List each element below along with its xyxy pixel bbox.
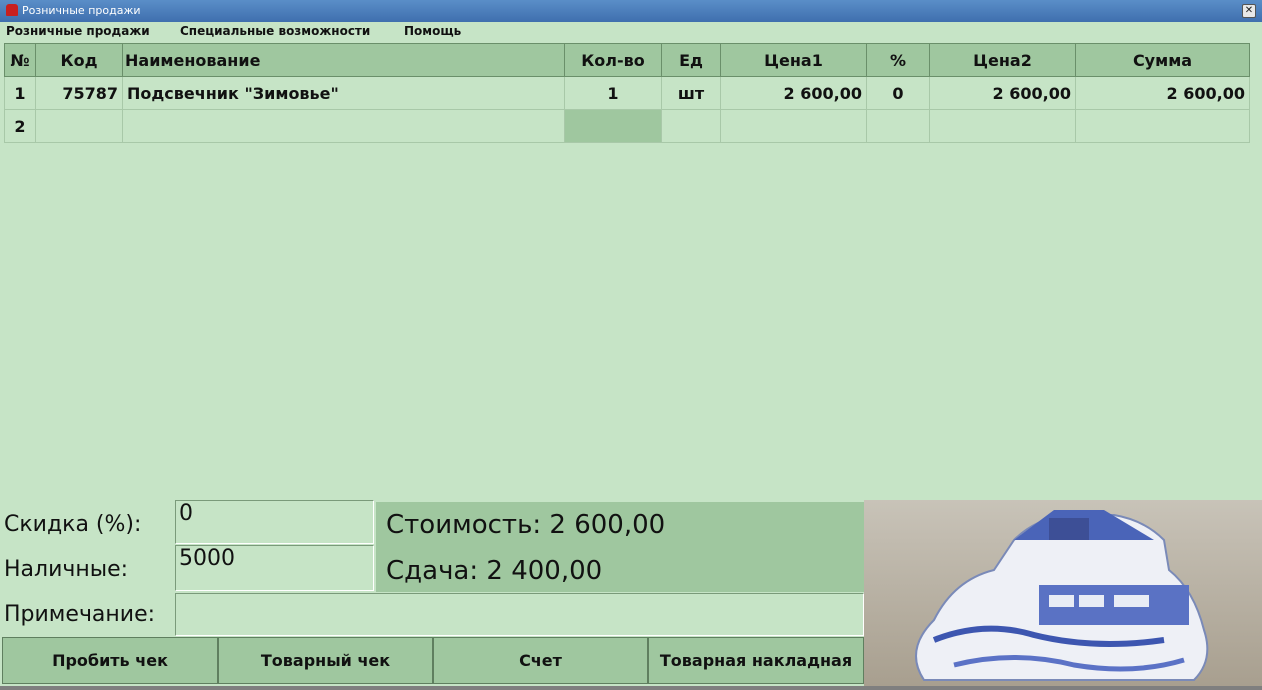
cell-price2[interactable]: 2 600,00 xyxy=(929,76,1076,110)
menu-retail-sales[interactable]: Розничные продажи xyxy=(6,24,150,38)
basket-icon xyxy=(6,4,18,16)
col-header-qty[interactable]: Кол-во xyxy=(564,43,662,77)
invoice-button[interactable]: Счет xyxy=(433,637,648,684)
cell-code[interactable]: 75787 xyxy=(35,76,123,110)
cell-number[interactable]: 1 xyxy=(4,76,36,110)
waybill-button[interactable]: Товарная накладная xyxy=(648,637,864,684)
cell-number[interactable]: 2 xyxy=(4,109,36,143)
cell-sum[interactable]: 2 600,00 xyxy=(1075,76,1250,110)
table-row[interactable]: 2 xyxy=(4,109,1250,143)
cell-unit[interactable]: шт xyxy=(661,76,721,110)
discount-input[interactable]: 0 xyxy=(175,500,374,544)
cell-name[interactable] xyxy=(122,109,565,143)
product-photo xyxy=(864,500,1262,686)
totals-panel: Стоимость: 2 600,00 Сдача: 2 400,00 xyxy=(376,502,864,592)
window-title: Розничные продажи xyxy=(22,4,141,17)
bottom-panel: Скидка (%): 0 Наличные: 5000 Стоимость: … xyxy=(0,500,1262,686)
cell-percent[interactable]: 0 xyxy=(866,76,930,110)
main-window: Розничные продажи ✕ Розничные продажи Сп… xyxy=(0,0,1262,686)
cell-price1[interactable]: 2 600,00 xyxy=(720,76,867,110)
cell-price2[interactable] xyxy=(929,109,1076,143)
table-row[interactable]: 1 75787 Подсвечник "Зимовье" 1 шт 2 600,… xyxy=(4,76,1250,110)
cell-percent[interactable] xyxy=(866,109,930,143)
change-text: Сдача: 2 400,00 xyxy=(386,556,603,586)
note-input[interactable] xyxy=(175,593,864,636)
col-header-code[interactable]: Код xyxy=(35,43,123,77)
sales-table: № Код Наименование Кол-во Ед Цена1 % Цен… xyxy=(4,43,1250,498)
col-header-percent[interactable]: % xyxy=(866,43,930,77)
candle-holder-image xyxy=(915,510,1209,681)
title-bar: Розничные продажи ✕ xyxy=(0,0,1262,22)
cell-unit[interactable] xyxy=(661,109,721,143)
cell-code[interactable] xyxy=(35,109,123,143)
col-header-name[interactable]: Наименование xyxy=(122,43,565,77)
col-header-number[interactable]: № xyxy=(4,43,36,77)
menu-bar: Розничные продажи Специальные возможност… xyxy=(0,22,1262,40)
col-header-sum[interactable]: Сумма xyxy=(1075,43,1250,77)
note-label: Примечание: xyxy=(4,602,156,627)
col-header-price1[interactable]: Цена1 xyxy=(720,43,867,77)
cell-price1[interactable] xyxy=(720,109,867,143)
sales-receipt-button[interactable]: Товарный чек xyxy=(218,637,433,684)
close-icon[interactable]: ✕ xyxy=(1242,4,1256,18)
cash-input[interactable]: 5000 xyxy=(175,545,374,591)
table-header-row: № Код Наименование Кол-во Ед Цена1 % Цен… xyxy=(4,43,1250,77)
cell-name[interactable]: Подсвечник "Зимовье" xyxy=(122,76,565,110)
col-header-unit[interactable]: Ед xyxy=(661,43,721,77)
menu-accessibility[interactable]: Специальные возможности xyxy=(180,24,370,38)
cost-text: Стоимость: 2 600,00 xyxy=(386,510,666,540)
col-header-price2[interactable]: Цена2 xyxy=(929,43,1076,77)
discount-label: Скидка (%): xyxy=(4,512,142,537)
cell-sum[interactable] xyxy=(1075,109,1250,143)
cash-label: Наличные: xyxy=(4,557,129,582)
menu-help[interactable]: Помощь xyxy=(404,24,461,38)
cell-qty-selected[interactable] xyxy=(564,109,662,143)
print-check-button[interactable]: Пробить чек xyxy=(2,637,218,684)
cell-qty[interactable]: 1 xyxy=(564,76,662,110)
